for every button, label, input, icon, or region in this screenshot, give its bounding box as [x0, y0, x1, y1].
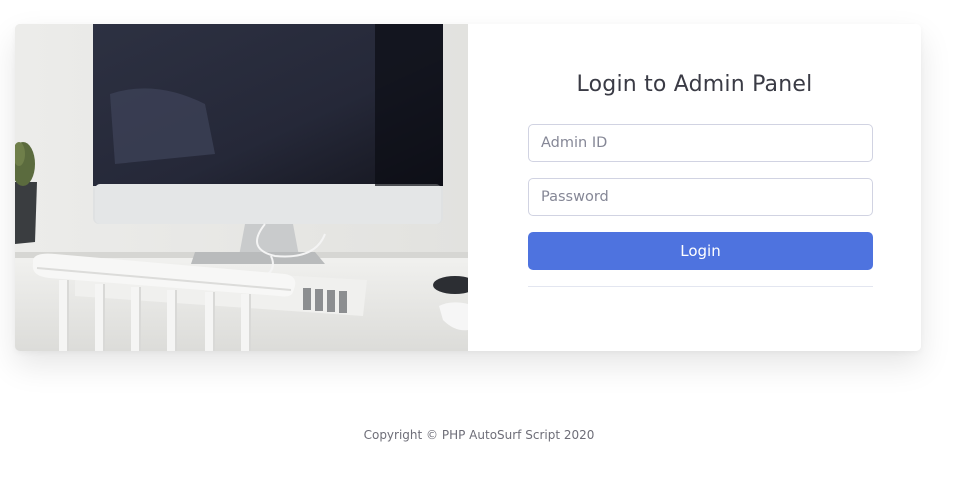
login-form-panel: Login to Admin Panel Login	[468, 24, 921, 351]
copyright-footer: Copyright © PHP AutoSurf Script 2020	[363, 428, 595, 442]
page-title: Login to Admin Panel	[576, 72, 813, 97]
login-button[interactable]: Login	[528, 232, 873, 270]
password-input[interactable]	[528, 178, 873, 216]
admin-id-input[interactable]	[528, 124, 873, 162]
login-card: Login to Admin Panel Login	[15, 24, 921, 351]
form-divider	[528, 286, 873, 287]
desk-computer-photo	[15, 24, 468, 351]
